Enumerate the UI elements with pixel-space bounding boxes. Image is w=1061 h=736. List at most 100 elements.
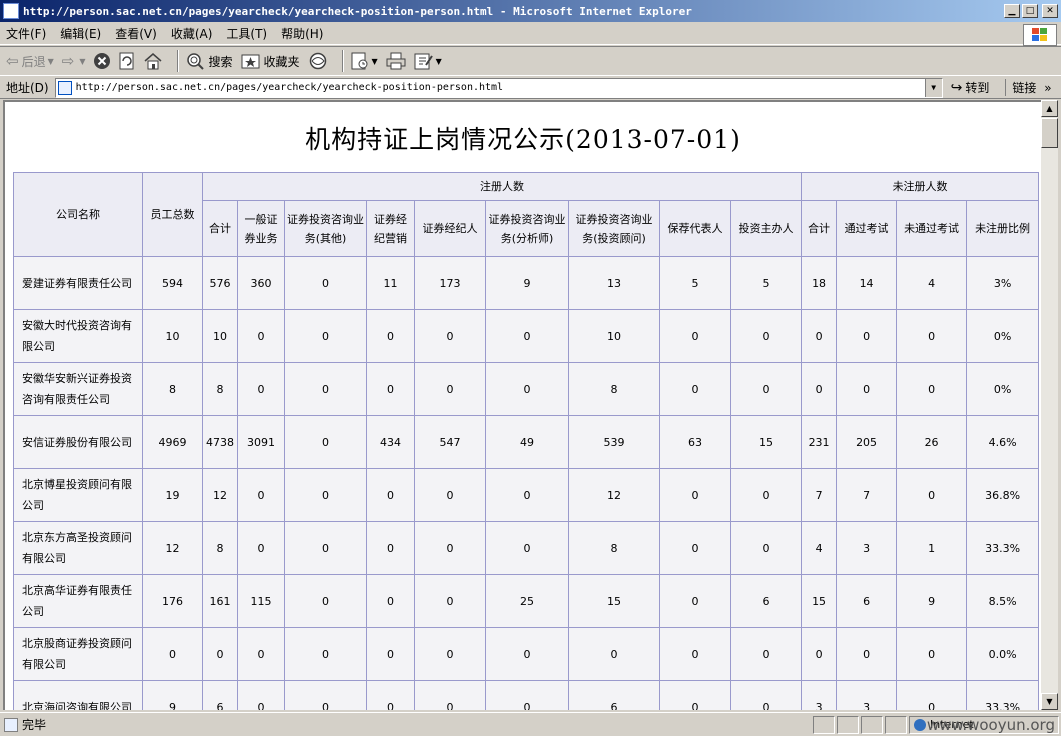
table-cell: 11 (366, 256, 415, 310)
table-row: 北京东方高圣投资顾问有限公司 12 8 0 0 0 0 0 8 0 0 4 3 1 33.3% (13, 521, 1040, 575)
links-button[interactable]: 链接 » (1005, 79, 1052, 96)
menu-edit[interactable]: 编辑(E) (60, 25, 101, 42)
table-cell: 4738 (202, 415, 238, 469)
table-cell: 0 (836, 309, 898, 363)
table-cell: 0 (485, 521, 569, 575)
table-cell: 9 (485, 256, 569, 310)
back-button[interactable]: ⇦ 后退 ▼ (6, 53, 54, 70)
table-cell: 0 (202, 627, 238, 681)
table-cell: 231 (801, 415, 838, 469)
table-cell: 4969 (142, 415, 203, 469)
table-cell: 7 (836, 468, 898, 522)
page-icon (57, 80, 72, 95)
chevron-right-icon: » (1044, 81, 1052, 95)
search-button[interactable]: 搜索 (185, 52, 233, 70)
home-button[interactable] (143, 52, 163, 70)
forward-arrow-icon: ⇨ (61, 52, 75, 70)
address-dropdown-button[interactable]: ▼ (924, 78, 942, 97)
table-cell: 0 (284, 627, 367, 681)
table-cell: 0 (284, 415, 367, 469)
menu-file[interactable]: 文件(F) (6, 25, 46, 42)
table-cell: 0 (896, 309, 968, 363)
table-cell: 0 (366, 574, 415, 628)
table-cell: 0 (414, 521, 486, 575)
table-cell: 0 (237, 309, 285, 363)
header-reg-investment-manager: 投资主办人 (729, 200, 803, 257)
media-button[interactable] (308, 52, 328, 70)
table-cell: 0 (659, 309, 731, 363)
table-row: 北京博星投资顾问有限公司 19 12 0 0 0 0 0 12 0 0 7 7 0 36.8% (13, 468, 1040, 522)
history-icon (351, 52, 368, 70)
table-cell: 6 (568, 680, 660, 710)
printer-icon (386, 52, 406, 70)
table-cell: 7 (801, 468, 838, 522)
minimize-button[interactable]: ▁ (1004, 4, 1020, 18)
menu-tools[interactable]: 工具(T) (226, 25, 267, 42)
address-input[interactable]: http://person.sac.net.cn/pages/yearcheck… (54, 77, 943, 98)
print-button[interactable] (386, 52, 406, 70)
go-button[interactable]: ↪ 转到 (951, 79, 990, 96)
table-cell: 161 (202, 574, 238, 628)
table-cell: 0 (414, 627, 486, 681)
refresh-button[interactable] (119, 52, 135, 70)
table-cell: 0 (836, 627, 898, 681)
company-name-cell: 北京博星投资顾问有限公司 (13, 468, 143, 522)
scroll-thumb[interactable] (1041, 118, 1058, 148)
table-cell: 8 (568, 362, 660, 416)
scroll-up-button[interactable]: ▲ (1041, 100, 1058, 117)
page-title: 机构持证上岗情况公示(2013-07-01) (305, 125, 741, 154)
table-cell: 12 (142, 521, 203, 575)
table-cell: 576 (202, 256, 238, 310)
company-name-cell: 北京高华证券有限责任公司 (13, 574, 143, 628)
table-cell: 0% (966, 309, 1040, 363)
favorites-button[interactable]: 收藏夹 (241, 52, 300, 70)
table-cell: 0 (485, 362, 569, 416)
table-cell: 0 (729, 362, 803, 416)
table-cell: 0 (801, 627, 838, 681)
table-cell: 115 (237, 574, 285, 628)
search-label: 搜索 (208, 54, 233, 69)
header-company: 公司名称 (13, 172, 143, 257)
history-button[interactable]: ▼ (350, 52, 378, 70)
forward-button[interactable]: ⇨ ▼ (62, 53, 86, 69)
table-cell: 0 (366, 627, 415, 681)
stop-button[interactable] (93, 52, 111, 70)
table-cell: 3 (836, 680, 898, 710)
table-cell: 12 (568, 468, 660, 522)
menu-bar: 文件(F) 编辑(E) 查看(V) 收藏(A) 工具(T) 帮助(H) (0, 23, 1061, 45)
header-reg-advisor: 证券投资咨询业务(投资顾问) (568, 200, 660, 257)
table-cell: 1 (896, 521, 968, 575)
close-button[interactable]: ✕ (1042, 4, 1058, 18)
table-cell: 6 (202, 680, 238, 710)
table-cell: 36.8% (966, 468, 1040, 522)
company-name-cell: 北京东方高圣投资顾问有限公司 (13, 521, 143, 575)
toolbar-separator (341, 50, 344, 72)
table-cell: 0 (729, 468, 803, 522)
status-panel (885, 715, 907, 734)
menu-help[interactable]: 帮助(H) (281, 25, 323, 42)
table-cell: 205 (836, 415, 898, 469)
back-label: 后退 (21, 54, 46, 69)
table-cell: 0 (284, 256, 367, 310)
standard-toolbar: ⇦ 后退 ▼ ⇨ ▼ 搜索 收藏夹 ▼ ▼ (0, 46, 1061, 76)
table-cell: 539 (568, 415, 660, 469)
ie-page-icon (3, 3, 19, 19)
table-cell: 14 (836, 256, 898, 310)
links-label: 链接 (1012, 81, 1037, 95)
maximize-button[interactable]: □ (1022, 4, 1038, 18)
company-name-cell: 安信证券股份有限公司 (13, 415, 143, 469)
table-cell: 0 (414, 680, 486, 710)
scroll-down-button[interactable]: ▼ (1041, 693, 1058, 710)
table-cell: 0 (729, 680, 803, 710)
edit-button[interactable]: ▼ (414, 52, 442, 70)
company-name-cell: 爱建证券有限责任公司 (13, 256, 143, 310)
table-cell: 0 (729, 627, 803, 681)
menu-favorites[interactable]: 收藏(A) (171, 25, 213, 42)
chevron-down-icon: ▼ (371, 56, 378, 66)
window-titlebar: http://person.sac.net.cn/pages/yearcheck… (0, 0, 1061, 22)
vertical-scrollbar[interactable]: ▲ ▼ (1041, 100, 1058, 710)
menu-view[interactable]: 查看(V) (115, 25, 157, 42)
table-cell: 9 (896, 574, 968, 628)
table-cell: 0 (659, 521, 731, 575)
table-cell: 0 (485, 680, 569, 710)
